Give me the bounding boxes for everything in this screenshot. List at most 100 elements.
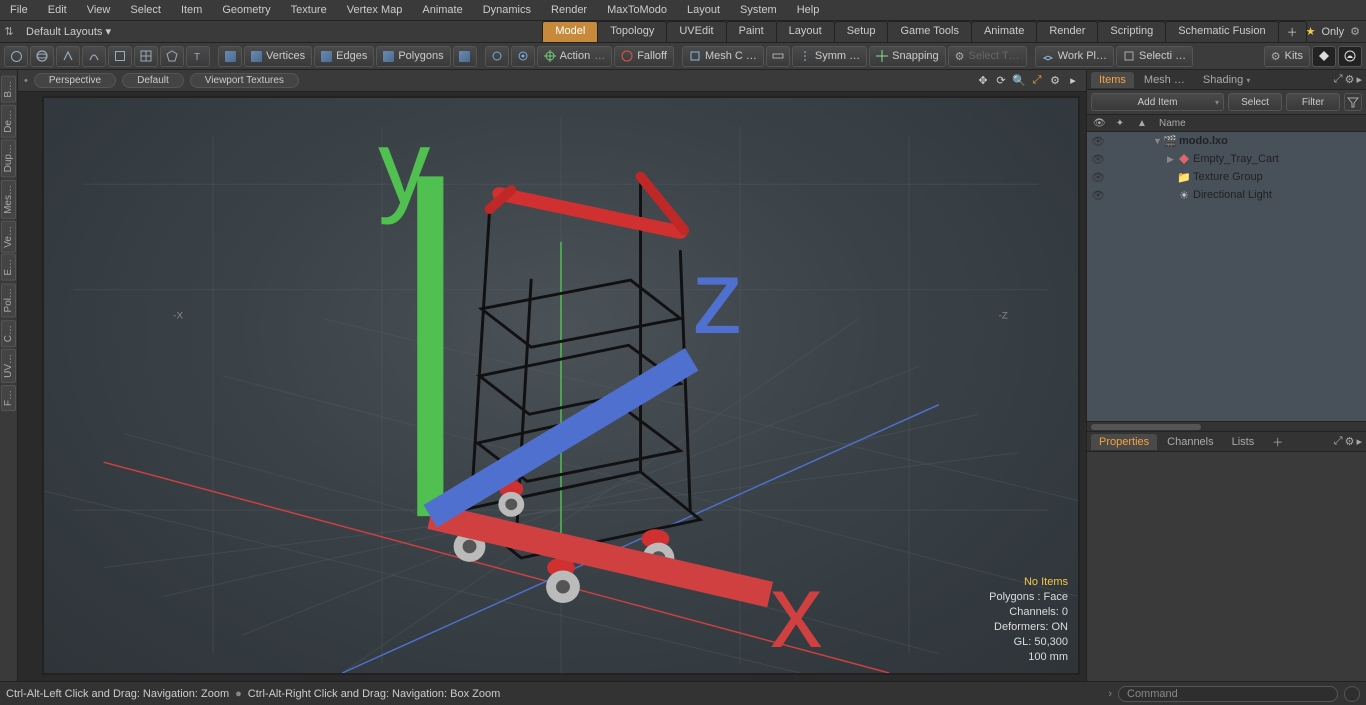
props-gear-icon[interactable]: ⚙	[1345, 435, 1355, 448]
tab-model[interactable]: Model	[542, 21, 598, 42]
tab-schematic[interactable]: Schematic Fusion	[1165, 21, 1278, 42]
filter-dropdown[interactable]: Filter	[1286, 93, 1340, 111]
tab-topology[interactable]: Topology	[597, 21, 667, 42]
tab-channels[interactable]: Channels	[1159, 434, 1221, 450]
tree-row-scene[interactable]: 👁 ▼ 🎬 modo.lxo	[1087, 132, 1366, 150]
props-expand-icon[interactable]: ⤢	[1334, 435, 1343, 448]
tree-row-mesh[interactable]: 👁 ▶ Empty_Tray_Cart	[1087, 150, 1366, 168]
tree-row-light[interactable]: 👁 ☀ Directional Light	[1087, 186, 1366, 204]
selmode-dropdown-icon[interactable]	[453, 46, 477, 67]
left-tab-6[interactable]: Pol…	[1, 283, 16, 317]
tab-shading[interactable]: Shading ▾	[1195, 72, 1258, 88]
vp-tab-perspective[interactable]: Perspective	[34, 73, 116, 88]
prim-pen-icon[interactable]	[56, 46, 80, 67]
menu-help[interactable]: Help	[787, 1, 830, 19]
prim-text-icon[interactable]: T	[186, 46, 210, 67]
selmode-edges[interactable]: Edges	[314, 46, 374, 67]
layout-nav-icon[interactable]: ⇅	[0, 25, 18, 38]
vp-maximize-icon[interactable]: ⤢	[1030, 74, 1044, 88]
prim-rect-icon[interactable]	[108, 46, 132, 67]
layout-dropdown[interactable]: Default Layouts ▾	[18, 23, 119, 40]
col-eye-icon[interactable]: 👁	[1087, 118, 1109, 129]
tab-add-prop[interactable]: ＋	[1264, 432, 1291, 452]
tab-render[interactable]: Render	[1036, 21, 1098, 42]
menu-geometry[interactable]: Geometry	[212, 1, 280, 19]
left-tab-1[interactable]: De…	[1, 105, 16, 138]
chevron-icon[interactable]: ›	[1108, 688, 1112, 700]
menu-select[interactable]: Select	[120, 1, 171, 19]
falloff-button[interactable]: Falloff	[614, 46, 674, 67]
funnel-icon[interactable]	[1344, 93, 1362, 111]
menu-dynamics[interactable]: Dynamics	[473, 1, 541, 19]
mesh-constraint-button[interactable]: Mesh C …	[682, 46, 764, 67]
props-more-icon[interactable]: ▸	[1356, 435, 1362, 448]
ruler-icon[interactable]	[766, 46, 790, 67]
action-center-button[interactable]: Action…	[537, 46, 613, 67]
axis-gizmo[interactable]: x y z	[44, 98, 1078, 673]
col-plus-icon[interactable]: ✦	[1109, 118, 1131, 129]
tab-setup[interactable]: Setup	[834, 21, 889, 42]
prim-grid-icon[interactable]	[134, 46, 158, 67]
tab-gametools[interactable]: Game Tools	[887, 21, 972, 42]
left-tab-7[interactable]: C…	[1, 320, 16, 347]
tab-properties[interactable]: Properties	[1091, 434, 1157, 450]
prim-curve-icon[interactable]	[82, 46, 106, 67]
vp-tab-textures[interactable]: Viewport Textures	[190, 73, 299, 88]
eye-icon[interactable]: 👁	[1087, 153, 1109, 166]
add-item-dropdown[interactable]: Add Item▾	[1091, 93, 1224, 111]
tab-items[interactable]: Items	[1091, 72, 1134, 88]
command-input[interactable]: Command	[1118, 686, 1338, 702]
gear-icon[interactable]: ⚙	[1350, 25, 1360, 38]
menu-texture[interactable]: Texture	[281, 1, 337, 19]
vp-tab-default[interactable]: Default	[122, 73, 184, 88]
tree-row-texturegroup[interactable]: 👁 📁 Texture Group	[1087, 168, 1366, 186]
left-tab-0[interactable]: B…	[1, 76, 16, 103]
tab-uvedit[interactable]: UVEdit	[666, 21, 726, 42]
menu-edit[interactable]: Edit	[38, 1, 77, 19]
menu-vertexmap[interactable]: Vertex Map	[337, 1, 413, 19]
left-tab-9[interactable]: F…	[1, 385, 16, 411]
vp-gear-icon[interactable]: ⚙	[1048, 74, 1062, 88]
panel-expand-icon[interactable]: ⤢	[1334, 73, 1343, 86]
panel-gear-icon[interactable]: ⚙	[1345, 73, 1355, 86]
viewport-3d[interactable]: -X -Z	[42, 96, 1080, 675]
left-tab-4[interactable]: Ve…	[1, 221, 16, 253]
snapping-button[interactable]: Snapping	[869, 46, 946, 67]
tool-a-icon[interactable]	[485, 46, 509, 67]
vp-dot-icon[interactable]: •	[24, 75, 28, 87]
selection-sets-button[interactable]: Selecti …	[1116, 46, 1193, 67]
eye-icon[interactable]: 👁	[1087, 171, 1109, 184]
eye-icon[interactable]: 👁	[1087, 135, 1109, 148]
menu-render[interactable]: Render	[541, 1, 597, 19]
left-tab-5[interactable]: E…	[1, 254, 16, 281]
vp-rotate-icon[interactable]: ⟳	[994, 74, 1008, 88]
menu-layout[interactable]: Layout	[677, 1, 730, 19]
menu-system[interactable]: System	[730, 1, 787, 19]
tool-b-icon[interactable]	[511, 46, 535, 67]
vp-zoom-icon[interactable]: 🔍	[1012, 74, 1026, 88]
kits-button[interactable]: ⚙Kits	[1264, 46, 1310, 67]
unreal-icon[interactable]	[1338, 46, 1362, 67]
tab-lists[interactable]: Lists	[1224, 434, 1263, 450]
tab-add[interactable]: ＋	[1278, 21, 1307, 42]
menu-item[interactable]: Item	[171, 1, 212, 19]
star-icon[interactable]: ★	[1306, 25, 1316, 38]
tab-layout[interactable]: Layout	[776, 21, 835, 42]
left-tab-3[interactable]: Mes…	[1, 180, 16, 219]
select-through-button[interactable]: ⚙Select T…	[948, 46, 1027, 67]
vp-more-icon[interactable]: ▸	[1066, 74, 1080, 88]
tab-animate[interactable]: Animate	[971, 21, 1037, 42]
prim-ngon-icon[interactable]	[160, 46, 184, 67]
menu-view[interactable]: View	[77, 1, 121, 19]
tab-scripting[interactable]: Scripting	[1097, 21, 1166, 42]
record-icon[interactable]	[1344, 686, 1360, 702]
selmode-vertices[interactable]: Vertices	[244, 46, 312, 67]
item-tree[interactable]: 👁 ▼ 🎬 modo.lxo 👁 ▶ Empty_Tray_Cart 👁 📁 T…	[1087, 132, 1366, 421]
selmode-polygons[interactable]: Polygons	[376, 46, 450, 67]
prim-circle-icon[interactable]	[4, 46, 28, 67]
tab-paint[interactable]: Paint	[726, 21, 777, 42]
left-tab-2[interactable]: Dup…	[1, 139, 16, 177]
left-tab-8[interactable]: UV…	[1, 349, 16, 383]
vp-move-icon[interactable]: ✥	[976, 74, 990, 88]
panel-more-icon[interactable]: ▸	[1356, 73, 1362, 86]
